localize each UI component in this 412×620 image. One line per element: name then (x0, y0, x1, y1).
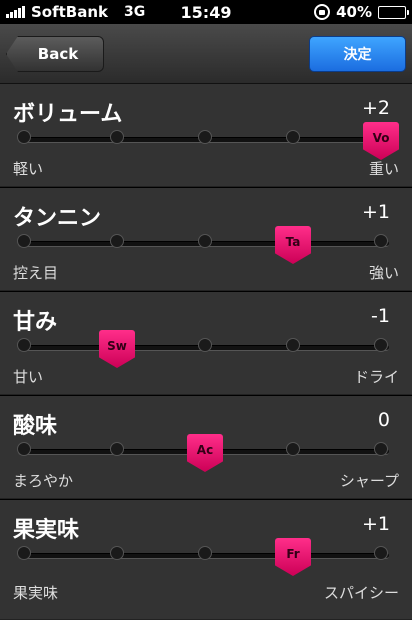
min-label: 果実味 (13, 584, 59, 602)
section-title: 甘み (13, 310, 58, 335)
section-value: -1 (371, 305, 390, 327)
slider-thumb[interactable]: Vo (363, 122, 399, 160)
rotation-lock-icon (314, 4, 331, 20)
slider-thumb[interactable]: Ta (275, 226, 311, 264)
section-title: ボリューム (13, 102, 123, 127)
min-label: 控え目 (13, 264, 59, 282)
status-bar: SoftBank 3G 15:49 40% (0, 0, 412, 24)
back-button[interactable]: Back (6, 36, 104, 72)
slider-thumb[interactable]: Sw (99, 330, 135, 368)
min-label: まろやか (13, 472, 74, 490)
slider-stop (286, 338, 300, 352)
battery-percent: 40% (336, 3, 372, 21)
slider-stop (374, 442, 388, 456)
section-value: 0 (377, 409, 390, 431)
slider-stop (198, 130, 212, 144)
slider-thumb[interactable]: Fr (275, 538, 311, 576)
slider-stop (110, 234, 124, 248)
slider-stop (374, 546, 388, 560)
confirm-button[interactable]: 決定 (309, 36, 406, 72)
slider-stop (17, 234, 31, 248)
min-label: 軽い (13, 160, 44, 178)
slider-section-fruitiness: 果実味 +1 果実味 スパイシー Fr (0, 500, 412, 620)
slider-stop (198, 234, 212, 248)
section-title: 果実味 (13, 518, 80, 543)
max-label: ドライ (353, 368, 399, 386)
slider-stop (374, 234, 388, 248)
slider-stop (286, 130, 300, 144)
min-label: 甘い (13, 368, 44, 386)
section-value: +1 (361, 513, 390, 535)
slider-stop (110, 546, 124, 560)
slider-section-acidity: 酸味 0 まろやか シャープ Ac (0, 396, 412, 499)
slider-section-tannin: タンニン +1 控え目 強い Ta (0, 188, 412, 291)
max-label: スパイシー (323, 584, 399, 602)
slider-stop (110, 130, 124, 144)
navigation-bar: Back 決定 (0, 24, 412, 84)
section-title: タンニン (13, 206, 102, 231)
slider-thumb[interactable]: Ac (187, 434, 223, 472)
slider-stop (374, 338, 388, 352)
slider-stop (198, 338, 212, 352)
section-value: +2 (361, 97, 390, 119)
slider-stop (17, 546, 31, 560)
battery-icon (378, 5, 409, 19)
section-title: 酸味 (13, 414, 58, 439)
slider-stop (17, 442, 31, 456)
slider-stop (17, 130, 31, 144)
section-value: +1 (361, 201, 390, 223)
slider-section-sweetness: 甘み -1 甘い ドライ Sw (0, 292, 412, 395)
max-label: 強い (368, 264, 399, 282)
slider-section-volume: ボリューム +2 軽い 重い Vo (0, 84, 412, 187)
slider-stop (110, 442, 124, 456)
slider-stop (17, 338, 31, 352)
max-label: 重い (368, 160, 399, 178)
max-label: シャープ (339, 472, 399, 490)
slider-stop (198, 546, 212, 560)
slider-stop (286, 442, 300, 456)
